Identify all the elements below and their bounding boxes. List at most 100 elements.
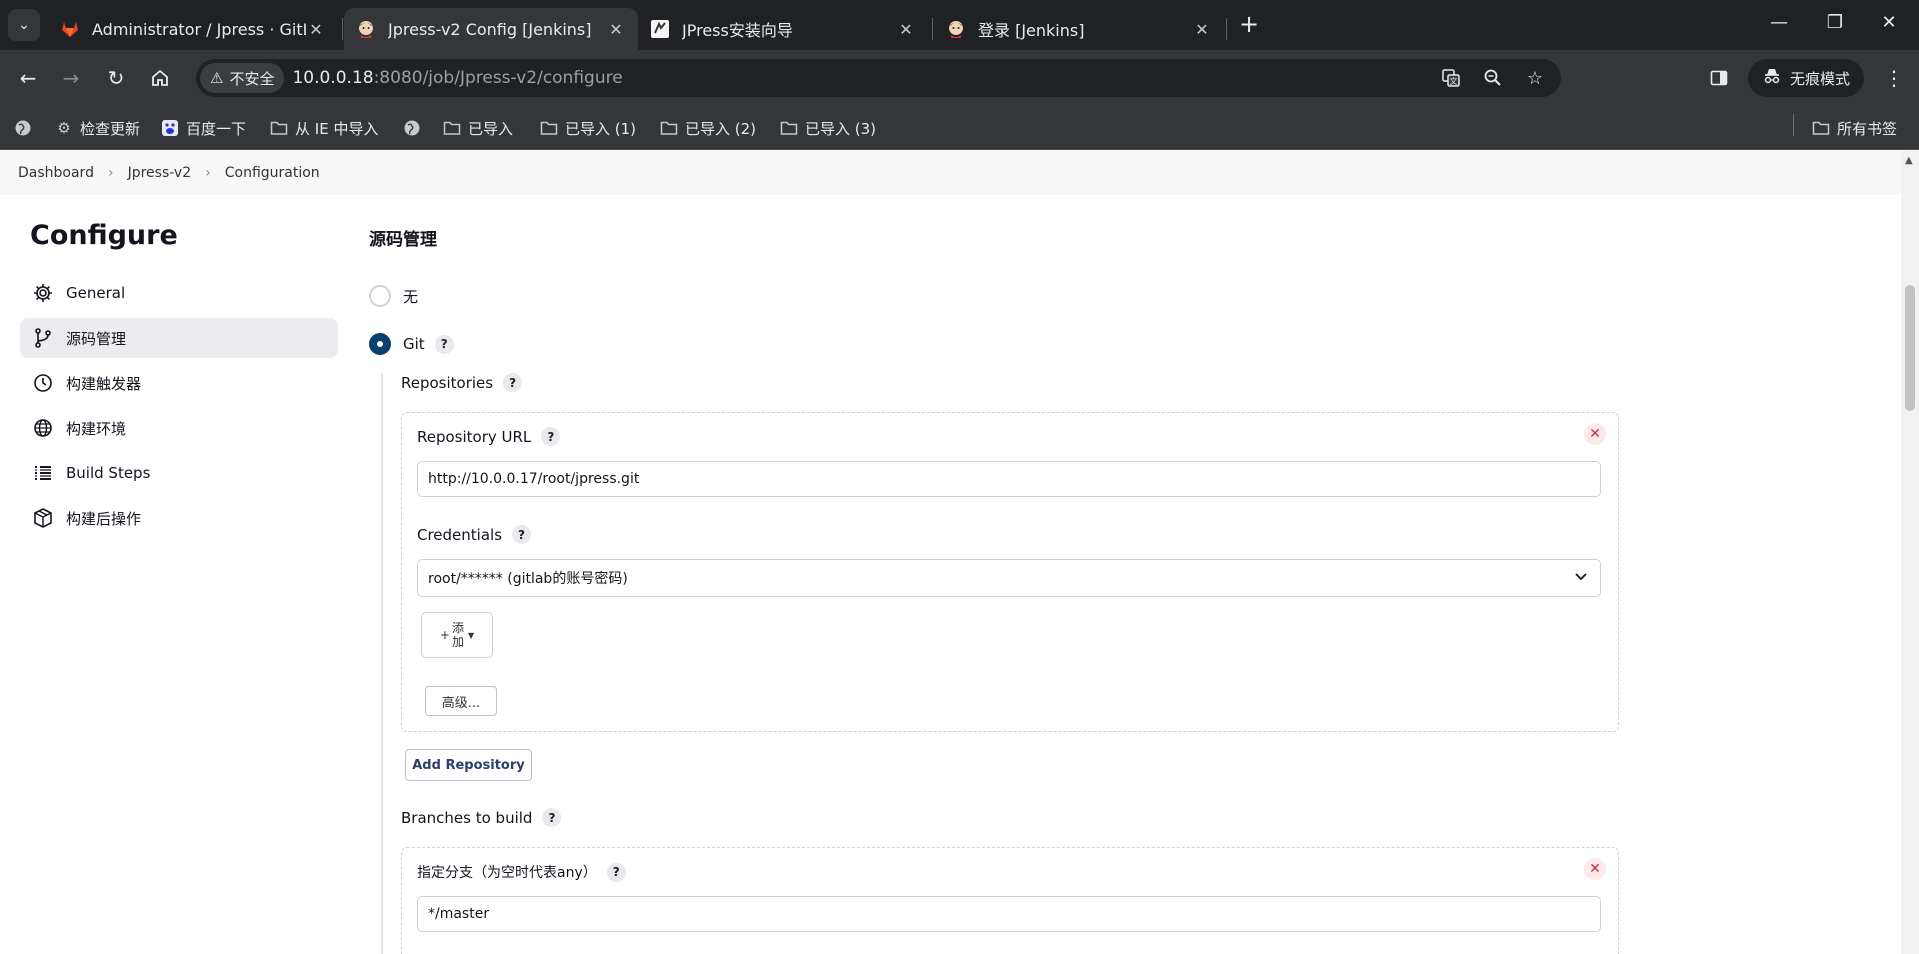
arrow-right-icon: →	[62, 66, 80, 90]
close-icon[interactable]: ✕	[306, 20, 326, 39]
bookmark-folder-imported[interactable]: 已导入	[443, 116, 513, 140]
site-info-button[interactable]: ⚠ 不安全	[200, 63, 285, 93]
branches-to-build-label: Branches to build ?	[401, 808, 562, 827]
scroll-up-icon[interactable]: ▲	[1905, 155, 1913, 166]
new-tab-button[interactable]: +	[1236, 12, 1262, 38]
sidebar-item-scm[interactable]: 源码管理	[20, 318, 338, 358]
help-icon[interactable]: ?	[542, 808, 562, 827]
add-credentials-button[interactable]: + 添 加 ▼	[421, 612, 493, 658]
radio-label-none: 无	[403, 287, 419, 306]
bookmark-folder-imported-3[interactable]: 已导入 (3)	[780, 116, 876, 140]
close-icon: ✕	[1589, 426, 1601, 442]
bookmark-folder-imported-1[interactable]: 已导入 (1)	[540, 116, 636, 140]
sidebar-item-label: Build Steps	[66, 464, 151, 482]
tab-separator	[342, 18, 343, 40]
incognito-label: 无痕模式	[1790, 69, 1851, 88]
reload-button[interactable]: ↻	[102, 64, 130, 92]
bookmark-baidu[interactable]: 百度一下	[161, 116, 246, 140]
radio-git[interactable]	[369, 333, 391, 355]
scm-option-git[interactable]: Git ?	[369, 333, 454, 355]
folder-icon	[270, 119, 288, 137]
clock-icon	[32, 372, 54, 394]
help-icon[interactable]: ?	[434, 334, 454, 354]
bookmark-label: 已导入	[468, 119, 514, 138]
bookmark-star-icon[interactable]: ☆	[1523, 63, 1547, 93]
scrollbar-thumb[interactable]	[1905, 285, 1915, 411]
breadcrumb-dashboard[interactable]: Dashboard	[18, 165, 94, 181]
folder-icon	[780, 119, 798, 137]
bookmarks-bar: ⚙ 检查更新 百度一下 从 IE 中导入 已导入 已导入 (1) 已导入 (2)…	[0, 106, 1919, 150]
sidebar-item-build-triggers[interactable]: 构建触发器	[20, 363, 338, 403]
tab-title: JPress安装向导	[682, 21, 793, 40]
tab-search-button[interactable]: ⌄	[8, 9, 40, 41]
minimize-window-button[interactable]: —	[1764, 12, 1794, 33]
tab-title: Jpress-v2 Config [Jenkins]	[388, 19, 592, 39]
credentials-value: root/****** (gitlab的账号密码)	[428, 571, 628, 587]
close-icon: ✕	[1881, 12, 1897, 33]
branch-specifier-input[interactable]: */master	[417, 896, 1601, 932]
advanced-button[interactable]: 高级...	[425, 686, 497, 716]
scm-config-panel: 源码管理 无 Git ? Repositories ? ✕ Repository…	[369, 151, 1901, 954]
close-icon[interactable]: ✕	[606, 20, 626, 39]
breadcrumb-job[interactable]: Jpress-v2	[128, 165, 192, 181]
radio-none[interactable]	[369, 285, 391, 307]
home-button[interactable]	[146, 64, 174, 92]
sidebar-item-general[interactable]: General	[20, 273, 338, 313]
branch-entry: ✕ 指定分支（为空时代表any） ? */master	[401, 847, 1619, 954]
breadcrumb-configuration[interactable]: Configuration	[225, 165, 320, 181]
forward-button[interactable]: →	[57, 64, 85, 92]
address-bar[interactable]: ⚠ 不安全 10.0.0.18:8080/job/Jpress-v2/confi…	[196, 59, 1561, 97]
git-section-rule	[381, 373, 383, 954]
close-icon[interactable]: ✕	[1192, 20, 1212, 39]
tab-separator	[932, 18, 933, 40]
translate-icon[interactable]: 文	[1439, 63, 1463, 93]
bookmark-globe-2[interactable]	[403, 116, 421, 140]
delete-repository-button[interactable]: ✕	[1584, 423, 1606, 445]
help-icon[interactable]: ?	[541, 427, 561, 446]
back-button[interactable]: ←	[14, 64, 42, 92]
bookmark-ie-import[interactable]: 从 IE 中导入	[270, 116, 378, 140]
bookmark-check-updates[interactable]: ⚙ 检查更新	[55, 116, 140, 140]
globe-icon	[32, 417, 54, 439]
tab-jenkins-login[interactable]: 登录 [Jenkins] ✕	[934, 8, 1224, 50]
sidebar-item-build-steps[interactable]: Build Steps	[20, 453, 338, 493]
sidebar-item-post-build-actions[interactable]: 构建后操作	[20, 498, 338, 538]
all-bookmarks-button[interactable]: 所有书签	[1812, 116, 1897, 140]
page-scrollbar[interactable]: ▲	[1901, 151, 1919, 954]
restore-window-button[interactable]: ❐	[1820, 12, 1850, 33]
help-icon[interactable]: ?	[512, 525, 532, 544]
side-panel-button[interactable]	[1705, 64, 1733, 92]
more-vertical-icon: ⋮	[1884, 66, 1904, 90]
tab-jenkins-config[interactable]: Jpress-v2 Config [Jenkins] ✕	[344, 8, 638, 50]
tab-jpress-install[interactable]: JPress安装向导 ✕	[638, 8, 928, 50]
browser-menu-button[interactable]: ⋮	[1880, 64, 1908, 92]
url-host: 10.0.0.18	[292, 68, 374, 88]
sidebar-item-build-environment[interactable]: 构建环境	[20, 408, 338, 448]
delete-branch-button[interactable]: ✕	[1584, 858, 1606, 880]
folder-icon	[660, 119, 678, 137]
help-icon[interactable]: ?	[503, 373, 523, 392]
zoom-icon[interactable]	[1481, 63, 1505, 93]
url-text[interactable]: 10.0.0.18:8080/job/Jpress-v2/configure	[292, 68, 622, 88]
close-icon: ✕	[1589, 861, 1601, 877]
scm-option-none[interactable]: 无	[369, 285, 418, 307]
branch-icon	[32, 327, 54, 349]
sidebar-item-label: 构建后操作	[66, 509, 142, 528]
gear-icon	[32, 282, 54, 304]
section-title: 源码管理	[369, 230, 437, 250]
side-panel-icon	[1710, 70, 1728, 86]
sidebar-item-label: 构建环境	[66, 419, 127, 438]
close-icon[interactable]: ✕	[896, 20, 916, 39]
close-window-button[interactable]: ✕	[1874, 12, 1904, 33]
bookmark-folder-imported-2[interactable]: 已导入 (2)	[660, 116, 756, 140]
incognito-button[interactable]: 无痕模式	[1748, 59, 1865, 97]
tab-gitlab[interactable]: Administrator / Jpress · GitLab ✕	[48, 8, 338, 50]
repository-url-input[interactable]: http://10.0.0.17/root/jpress.git	[417, 461, 1601, 497]
credentials-select[interactable]: root/****** (gitlab的账号密码)	[417, 559, 1601, 597]
help-icon[interactable]: ?	[606, 862, 626, 882]
arrow-left-icon: ←	[19, 66, 37, 90]
add-repository-button[interactable]: Add Repository	[405, 749, 532, 781]
restore-icon: ❐	[1826, 12, 1844, 33]
bookmark-globe[interactable]	[14, 116, 32, 140]
configure-sidebar: Configure General 源码管理 构建触发器 构建环境 Build …	[20, 220, 338, 543]
